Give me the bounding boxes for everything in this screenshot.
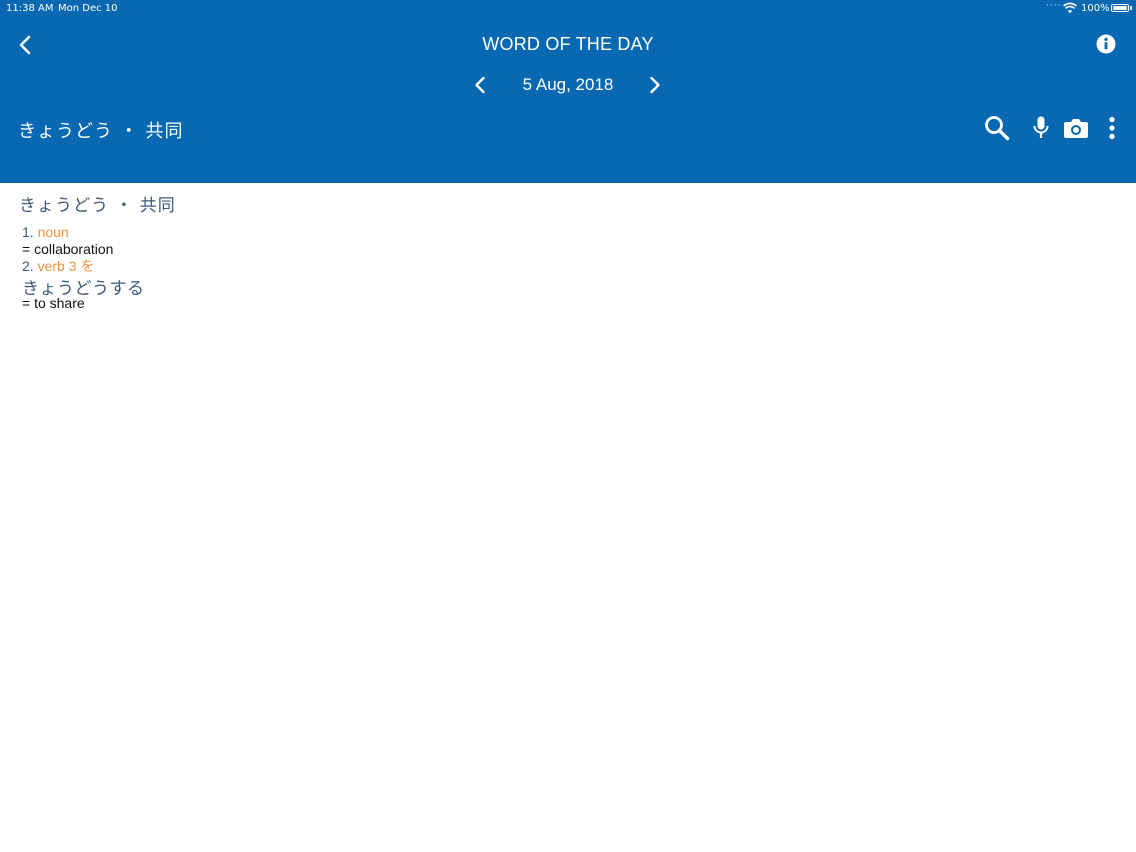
voice-input-button[interactable] (1029, 114, 1053, 142)
previous-day-button[interactable] (468, 73, 492, 97)
current-date: 5 Aug, 2018 (522, 75, 614, 94)
more-vertical-icon (1109, 116, 1115, 140)
battery-percent: 100% (1081, 3, 1110, 14)
more-options-button[interactable] (1102, 114, 1122, 142)
info-button[interactable] (1094, 32, 1118, 56)
search-query-text[interactable]: きょうどう ・ 共同 (18, 117, 183, 143)
wifi-icon (1063, 2, 1077, 14)
sense-2-gloss: = to share (22, 295, 85, 311)
search-button[interactable] (983, 114, 1011, 142)
info-icon (1096, 34, 1116, 54)
camera-button[interactable] (1062, 114, 1090, 142)
battery-icon (1111, 4, 1129, 12)
word-entry: きょうどう ・ 共同 1. noun = collaboration 2. ve… (0, 183, 1136, 852)
page-title: WORD OF THE DAY (482, 34, 654, 54)
entry-headword: きょうどう ・ 共同 (19, 196, 176, 216)
battery-tip (1130, 6, 1132, 10)
chevron-right-icon (650, 76, 660, 94)
chevron-left-icon (475, 76, 485, 94)
microphone-icon (1033, 116, 1049, 138)
camera-icon (1064, 119, 1088, 138)
search-icon (985, 116, 1010, 141)
sense-1-gloss: = collaboration (22, 241, 114, 257)
sense-2-line: 2. verb 3 を (22, 258, 94, 275)
header-bar: 11:38 AM Mon Dec 10 ···· 100% WORD OF TH… (0, 0, 1136, 183)
part-of-speech[interactable]: verb 3 を (38, 258, 95, 274)
part-of-speech[interactable]: noun (38, 224, 69, 240)
status-date: Mon Dec 10 (58, 3, 118, 14)
sense-1-line: 1. noun (22, 224, 69, 241)
sense-number: 1. (22, 224, 34, 240)
status-time: 11:38 AM (6, 3, 54, 14)
status-bar: 11:38 AM Mon Dec 10 ···· 100% (0, 0, 1136, 18)
multitasking-dots-icon: ···· (1046, 1, 1062, 11)
sense-number: 2. (22, 258, 34, 274)
next-day-button[interactable] (643, 73, 667, 97)
